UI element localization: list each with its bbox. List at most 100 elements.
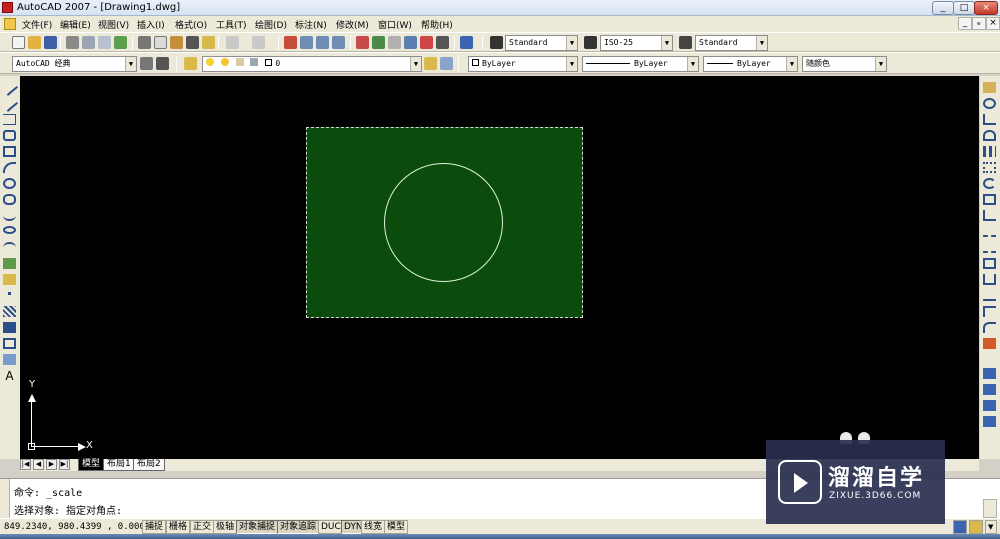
rectangle-icon[interactable] (3, 146, 16, 157)
make-block-icon[interactable] (3, 274, 16, 285)
ellipse-icon[interactable] (3, 226, 16, 234)
break-at-point-icon[interactable] (983, 258, 996, 269)
tab-next-button[interactable]: ▶ (46, 459, 57, 470)
tab-first-button[interactable]: |◀ (20, 459, 31, 470)
table-style-select[interactable]: Standard ▼ (695, 35, 768, 51)
menu-view[interactable]: 视图(V) (98, 18, 129, 31)
text-style-select[interactable]: Standard ▼ (505, 35, 578, 51)
lineweight-toggle[interactable]: 线宽 (361, 520, 386, 534)
undo-icon[interactable] (226, 36, 239, 49)
zoom-realtime-icon[interactable] (300, 36, 313, 49)
document-icon[interactable] (4, 18, 16, 30)
point-icon[interactable] (8, 292, 11, 295)
offset-icon[interactable] (983, 130, 996, 141)
3d-dwf-icon[interactable] (114, 36, 127, 49)
design-center-icon[interactable] (372, 36, 385, 49)
command-line-grip[interactable] (0, 479, 10, 519)
menu-format[interactable]: 格式(O) (175, 18, 207, 31)
circle-object[interactable] (384, 163, 503, 282)
multiline-text-icon[interactable]: A (3, 370, 16, 382)
menu-edit[interactable]: 编辑(E) (60, 18, 91, 31)
new-icon[interactable] (12, 36, 25, 49)
copy-object-icon[interactable] (983, 98, 996, 109)
table-style-icon[interactable] (679, 36, 692, 49)
draw-order-above-icon[interactable] (983, 400, 996, 411)
revision-cloud-icon[interactable] (3, 194, 16, 205)
layer-manager-icon[interactable] (184, 57, 197, 70)
ortho-toggle[interactable]: 正交 (190, 520, 215, 534)
insert-block-icon[interactable] (3, 258, 16, 269)
array-icon[interactable] (983, 146, 996, 157)
preview-icon[interactable] (82, 36, 95, 49)
menu-draw[interactable]: 绘图(D) (255, 18, 287, 31)
help-icon[interactable] (460, 36, 473, 49)
drawing-canvas[interactable]: Y X (20, 76, 979, 459)
redo-icon[interactable] (252, 36, 265, 49)
match-properties-icon[interactable] (186, 36, 199, 49)
break-icon[interactable] (983, 274, 996, 285)
workspace-save-icon[interactable] (156, 57, 169, 70)
lineweight-select[interactable]: ByLayer ▼ (703, 56, 798, 72)
menu-file[interactable]: 文件(F) (22, 18, 52, 31)
make-current-layer-icon[interactable] (424, 57, 437, 70)
rotate-icon[interactable] (983, 178, 996, 189)
command-scrollbar[interactable] (983, 499, 997, 518)
cut-icon[interactable] (138, 36, 151, 49)
calculator-icon[interactable] (436, 36, 449, 49)
explode-icon[interactable] (983, 338, 996, 349)
draw-order-back-icon[interactable] (983, 384, 996, 395)
trim-icon[interactable] (983, 226, 996, 237)
markup-icon[interactable] (420, 36, 433, 49)
dim-style-icon[interactable] (584, 36, 597, 49)
pan-icon[interactable] (284, 36, 297, 49)
coordinate-readout[interactable]: 849.2340, 980.4399 , 0.0000 (4, 522, 150, 532)
close-button[interactable]: × (974, 1, 998, 15)
tab-model[interactable]: 模型 (78, 459, 105, 471)
status-menu-arrow-icon[interactable]: ▼ (985, 520, 997, 534)
autocad-app-icon[interactable] (2, 2, 13, 13)
ellipse-arc-icon[interactable] (3, 242, 16, 253)
color-select[interactable]: ByLayer ▼ (468, 56, 578, 72)
lock-icon[interactable] (969, 520, 983, 534)
menu-modify[interactable]: 修改(M) (336, 18, 369, 31)
mdi-restore-button[interactable]: ₑ (972, 17, 986, 30)
gradient-icon[interactable] (3, 322, 16, 333)
otrack-toggle[interactable]: 对象追踪 (277, 520, 320, 534)
zoom-previous-icon[interactable] (332, 36, 345, 49)
copy-icon[interactable] (154, 36, 167, 49)
print-icon[interactable] (66, 36, 79, 49)
workspace-settings-icon[interactable] (140, 57, 153, 70)
layer-previous-icon[interactable] (440, 57, 453, 70)
maximize-button[interactable]: □ (953, 1, 975, 15)
table-icon[interactable] (3, 354, 16, 365)
sheet-set-icon[interactable] (404, 36, 417, 49)
tab-layout1[interactable]: 布局1 (103, 459, 135, 471)
workspace-select[interactable]: AutoCAD 经典 ▼ (12, 56, 137, 72)
draw-order-under-icon[interactable] (983, 416, 996, 427)
circle-icon[interactable] (3, 178, 16, 189)
snap-toggle[interactable]: 捕捉 (142, 520, 167, 534)
linetype-select[interactable]: ByLayer ▼ (582, 56, 699, 72)
menu-insert[interactable]: 插入(I) (137, 18, 165, 31)
dim-style-select[interactable]: ISO-25 ▼ (600, 35, 673, 51)
polar-toggle[interactable]: 极轴 (213, 520, 238, 534)
tab-prev-button[interactable]: ◀ (33, 459, 44, 470)
menu-window[interactable]: 窗口(W) (378, 18, 412, 31)
text-style-icon[interactable] (490, 36, 503, 49)
open-icon[interactable] (28, 36, 41, 49)
tab-layout2[interactable]: 布局2 (133, 459, 165, 471)
menu-help[interactable]: 帮助(H) (421, 18, 453, 31)
erase-icon[interactable] (983, 82, 996, 93)
draw-order-front-icon[interactable] (983, 368, 996, 379)
polygon-icon[interactable] (3, 130, 16, 141)
plot-style-select[interactable]: 随颜色 ▼ (802, 56, 887, 72)
region-icon[interactable] (3, 338, 16, 349)
properties-icon[interactable] (356, 36, 369, 49)
command-prompt-line[interactable]: 选择对象: 指定对角点: (14, 502, 122, 517)
grid-toggle[interactable]: 栅格 (166, 520, 191, 534)
layer-select[interactable]: 0 ▼ (202, 56, 422, 72)
move-icon[interactable] (983, 162, 996, 173)
polyline-icon[interactable] (3, 114, 16, 125)
join-icon[interactable] (983, 290, 996, 301)
hatch-icon[interactable] (3, 306, 16, 317)
